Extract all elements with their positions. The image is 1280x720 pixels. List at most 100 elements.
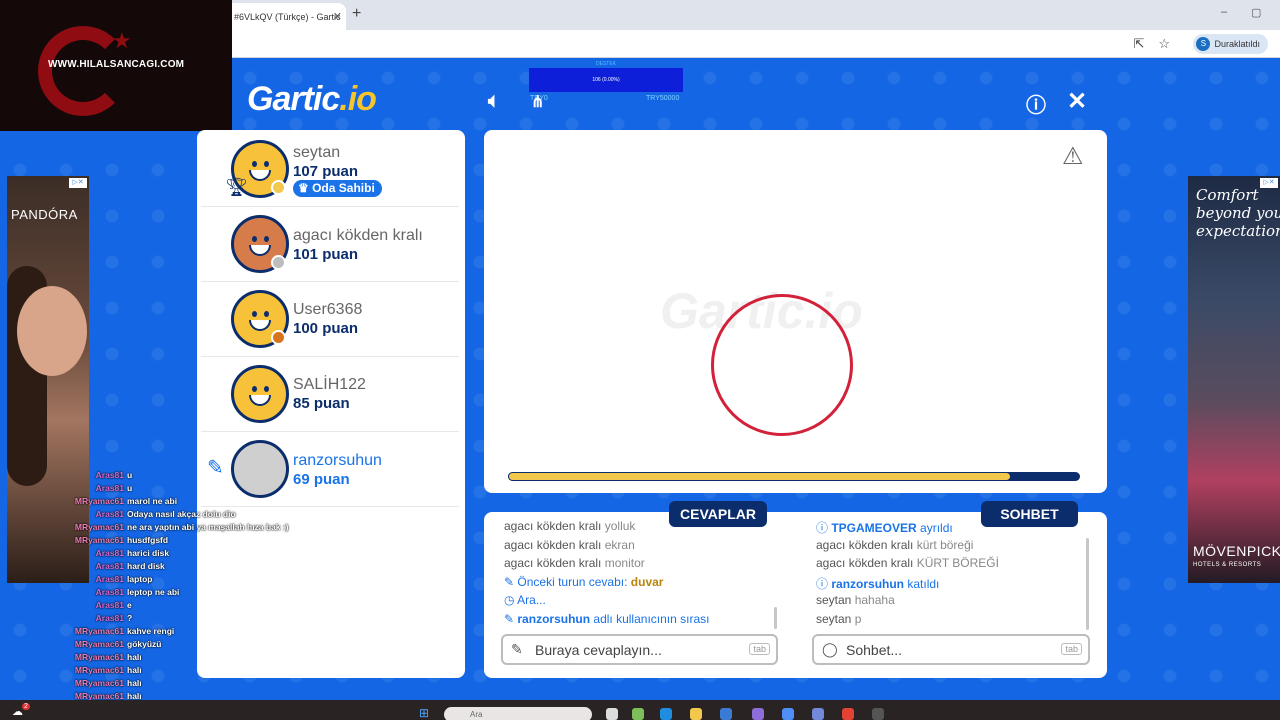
- report-warning-icon[interactable]: ⚠︎: [1062, 142, 1084, 171]
- list-item: agacı kökden kralı KÜRT BÖREĞİ: [816, 556, 999, 570]
- list-item: ⓘ ranzorsuhun katıldı: [816, 576, 940, 591]
- player-row[interactable]: agacı kökden kralı 101 puan: [201, 207, 459, 282]
- app-icon[interactable]: [632, 708, 644, 720]
- app-icon[interactable]: [782, 708, 794, 720]
- stream-chat-text: u: [127, 470, 133, 480]
- stream-chat-text: e: [127, 600, 132, 610]
- app-icon[interactable]: [752, 708, 764, 720]
- edge-icon[interactable]: [660, 708, 672, 720]
- stream-chat-user: Aras81: [95, 548, 124, 558]
- stream-chat-user: Aras81: [95, 561, 124, 571]
- status-dot: [271, 255, 286, 270]
- player-row[interactable]: 🏆︎ seytan 107 puan ♛ Oda Sahibi: [201, 132, 459, 207]
- stream-chat-message: Aras81 harici disk: [70, 548, 330, 561]
- chrome-icon[interactable]: [842, 708, 854, 720]
- minimize-button[interactable]: –: [1221, 6, 1227, 18]
- stream-chat-user: Aras81: [95, 509, 124, 519]
- answer-input[interactable]: ✎ Buraya cevaplayın... tab: [501, 634, 778, 665]
- share-icon[interactable]: ⋔: [531, 92, 544, 112]
- stream-chat-text: harici disk: [127, 548, 170, 558]
- answers-scrollbar[interactable]: [774, 607, 777, 629]
- player-points: 85 puan: [293, 395, 350, 412]
- ad-banner-right[interactable]: Comfort beyond your expectations MÖVENPI…: [1188, 176, 1280, 583]
- star-icon: ★: [112, 28, 132, 53]
- stream-chat-text: marol ne abi: [127, 496, 178, 506]
- stream-chat-user: Aras81: [95, 587, 124, 597]
- stream-chat-text: hard disk: [127, 561, 165, 571]
- stream-chat-text: kahve rengi: [127, 626, 175, 636]
- tab-title: #6VLkQV (Türkçe) - Gartic: [234, 12, 341, 22]
- discord-icon[interactable]: [812, 708, 824, 720]
- maximize-button[interactable]: ▢: [1251, 6, 1261, 19]
- donation-widget: 106 (0.00%): [529, 68, 683, 92]
- stream-chat-user: Aras81: [95, 600, 124, 610]
- stream-chat-user: MRyamac61: [74, 535, 124, 545]
- chat-placeholder: Sohbet...: [846, 642, 903, 658]
- store-icon[interactable]: [720, 708, 732, 720]
- stream-chat-message: MRyamac61 halı: [70, 665, 330, 678]
- stream-chat-text: ?: [127, 613, 133, 623]
- tab-close-icon[interactable]: ✕: [333, 10, 342, 23]
- taskbar-search[interactable]: Ara: [444, 707, 592, 720]
- status-dot: [271, 180, 286, 195]
- stream-chat-user: Aras81: [95, 613, 124, 623]
- profile-label: Duraklatıldı: [1214, 39, 1260, 49]
- ad-choices-icon[interactable]: ▷✕: [69, 178, 87, 188]
- player-row[interactable]: User6368 100 puan: [201, 282, 459, 357]
- stream-chat-message: Aras81 hard disk: [70, 561, 330, 574]
- app-icon[interactable]: [606, 708, 618, 720]
- stream-chat-text: Odaya nasıl akçaz dolu dio: [127, 509, 236, 519]
- cam-watermark: WWW.HILALSANCAGI.COM: [48, 59, 185, 70]
- logo-suffix: .io: [339, 80, 377, 118]
- player-row[interactable]: SALİH122 85 puan: [201, 357, 459, 432]
- stream-chat-text: halı: [127, 652, 142, 662]
- bookmark-star-icon[interactable]: ☆: [1158, 36, 1170, 52]
- answers-list: agacı kökden kralı yolluk agacı kökden k…: [504, 519, 774, 629]
- close-icon[interactable]: ✕: [1067, 87, 1087, 116]
- profile-avatar: S: [1196, 37, 1211, 51]
- stream-chat-user: MRyamac61: [74, 652, 124, 662]
- answer-placeholder: Buraya cevaplayın...: [535, 642, 662, 658]
- drawing-canvas[interactable]: ⚠︎ Gartic.io: [484, 130, 1107, 493]
- stream-chat-message: Aras81 Odaya nasıl akçaz dolu dio: [70, 509, 330, 522]
- stream-chat-message: MRyamac61 marol ne abi: [70, 496, 330, 509]
- chat-bubble-icon: ◯: [822, 641, 838, 657]
- tab-key-hint: tab: [749, 643, 770, 655]
- install-app-icon[interactable]: ⇱: [1133, 36, 1144, 52]
- gartic-logo: Gartic.io: [247, 80, 377, 119]
- info-icon[interactable]: ⓘ: [1026, 89, 1046, 118]
- ad-choices-icon[interactable]: ▷✕: [1260, 178, 1278, 188]
- list-item: ✎ ranzorsuhun adlı kullanıcının sırası: [504, 611, 710, 626]
- stream-chat-message: MRyamac61 kahve rengi: [70, 626, 330, 639]
- chat-scrollbar[interactable]: [1086, 538, 1089, 630]
- player-name: ranzorsuhun: [293, 452, 382, 469]
- obs-icon[interactable]: [872, 708, 884, 720]
- round-timer: [508, 472, 1080, 481]
- profile-button[interactable]: S Duraklatıldı: [1193, 34, 1268, 54]
- stream-chat-user: MRyamac61: [74, 496, 124, 506]
- chat-input[interactable]: ◯ Sohbet... tab: [812, 634, 1090, 665]
- drawn-circle: [711, 294, 853, 436]
- stream-chat-message: Aras81?: [70, 613, 330, 626]
- stream-chat-message: Aras81 leptop ne abi: [70, 587, 330, 600]
- start-icon[interactable]: ⊞: [419, 706, 429, 720]
- tab-key-hint: tab: [1061, 643, 1082, 655]
- list-item: agacı kökden kralı kürt böreği: [816, 537, 974, 552]
- stream-chat-message: MRyamac61 halı: [70, 678, 330, 691]
- ad-brand-sub: HOTELS & RESORTS: [1193, 562, 1262, 568]
- stream-chat-text: husdfgsfd: [127, 535, 169, 545]
- list-item: agacı kökden kralı monitor: [504, 556, 645, 570]
- stream-chat-overlay: Aras81 u Aras81 u MRyamac61 marol ne abi Aras8…: [70, 470, 330, 717]
- browser-tab[interactable]: #6VLkQV (Türkçe) - Gartic ✕: [226, 3, 346, 30]
- pencil-icon: ✎: [511, 641, 523, 657]
- stream-chat-message: Aras81 u: [70, 483, 330, 496]
- ad-brand: PANDÓRA: [11, 207, 78, 222]
- new-tab-button[interactable]: +: [352, 5, 361, 23]
- chat-list: ⓘ TPGAMEOVER ayrıldı agacı kökden kralı …: [816, 519, 1086, 629]
- sound-icon[interactable]: 🔈︎: [488, 90, 500, 113]
- stream-chat-text: leptop ne abi: [127, 587, 180, 597]
- ad-image-face: [17, 286, 87, 376]
- stream-chat-text: gökyüzü: [127, 639, 162, 649]
- folder-icon[interactable]: [690, 708, 702, 720]
- player-name: SALİH122: [293, 376, 366, 393]
